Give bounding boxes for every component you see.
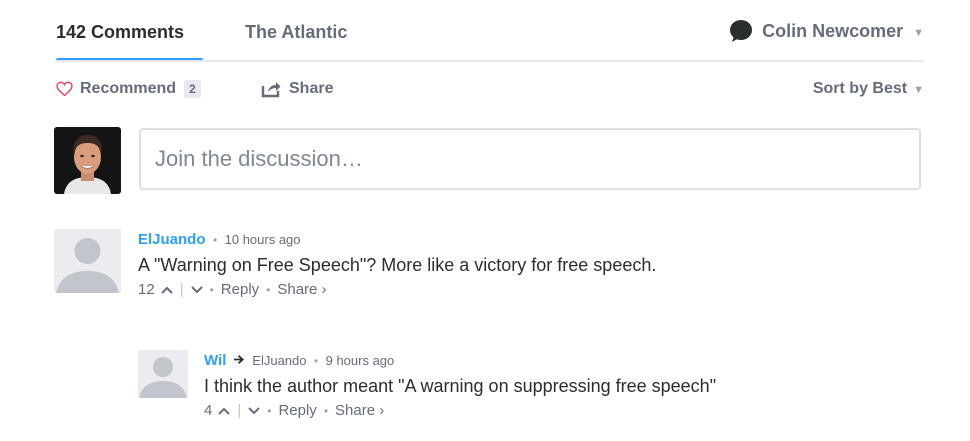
avatar[interactable] <box>54 229 121 293</box>
reply-link[interactable]: Reply <box>221 281 259 298</box>
downvote-button[interactable] <box>248 406 260 415</box>
default-avatar-icon <box>138 350 188 398</box>
chevron-up-icon <box>160 286 173 294</box>
sort-label: Sort by Best <box>812 80 908 97</box>
share-icon <box>261 82 281 98</box>
comment-timestamp[interactable]: 10 hours ago <box>225 232 301 247</box>
chevron-down-icon <box>190 285 203 293</box>
chevron-up-icon <box>218 407 231 415</box>
chevron-down-icon: ▼ <box>913 26 924 39</box>
comment-author[interactable]: ElJuando <box>138 231 206 248</box>
reply-arrow-icon <box>233 355 244 364</box>
comment-text: I think the author meant "A warning on s… <box>204 376 717 396</box>
avatar <box>54 127 121 194</box>
upvote-count: 12 <box>138 281 155 298</box>
nav-divider <box>56 60 924 62</box>
user-menu[interactable]: Colin Newcomer ▼ <box>730 20 924 42</box>
comment: ElJuando • 10 hours ago A "Warning on Fr… <box>138 231 918 298</box>
upvote-count: 4 <box>204 402 213 419</box>
share-link[interactable]: Share › <box>277 281 326 298</box>
sort-dropdown[interactable]: Sort by Best ▼ <box>813 80 924 98</box>
share-thread-button[interactable]: Share <box>261 80 333 98</box>
user-avatar-icon <box>730 20 753 42</box>
separator-dot: • <box>212 233 218 247</box>
thread-actions: Recommend 2 Share Sort by Best ▼ <box>56 80 924 104</box>
comment-text: A "Warning on Free Speech"? More like a … <box>138 255 657 275</box>
separator-dot: • <box>266 282 271 297</box>
user-name: Colin Newcomer <box>762 20 904 41</box>
reply-link[interactable]: Reply <box>278 402 316 419</box>
recommend-button[interactable]: Recommend 2 <box>56 80 201 98</box>
reply-to-author[interactable]: ElJuando <box>252 353 306 368</box>
recommend-count: 2 <box>184 80 201 98</box>
chevron-down-icon: ▼ <box>913 83 924 96</box>
separator-dot: • <box>267 403 272 418</box>
upvote-button[interactable]: 4 <box>204 402 231 419</box>
chevron-down-icon <box>248 406 260 414</box>
comment-timestamp[interactable]: 9 hours ago <box>326 353 395 368</box>
share-label: Share <box>289 80 334 97</box>
downvote-button[interactable] <box>190 285 203 294</box>
heart-icon <box>56 81 73 97</box>
divider: | <box>179 281 184 298</box>
divider: | <box>237 402 242 419</box>
tab-comments[interactable]: 142 Comments <box>56 22 184 43</box>
comment-author[interactable]: Wil <box>204 352 226 369</box>
comment-footer: 12 | • Reply • Share › <box>138 281 918 298</box>
share-link[interactable]: Share › <box>335 402 384 419</box>
default-avatar-icon <box>54 229 121 293</box>
recommend-label: Recommend <box>80 80 177 97</box>
tab-site[interactable]: The Atlantic <box>245 22 347 43</box>
avatar[interactable] <box>138 350 188 398</box>
user-photo <box>54 127 121 194</box>
comment-footer: 4 | • Reply • Share › <box>204 402 920 419</box>
comments-nav: 142 Comments The Atlantic Colin Newcomer… <box>56 0 924 62</box>
upvote-button[interactable]: 12 <box>138 281 173 298</box>
separator-dot: • <box>313 354 319 368</box>
comment-reply: Wil ElJuando • 9 hours ago I think the a… <box>204 352 920 419</box>
separator-dot: • <box>209 282 214 297</box>
comment-input[interactable] <box>139 128 921 190</box>
separator-dot: • <box>323 403 329 418</box>
